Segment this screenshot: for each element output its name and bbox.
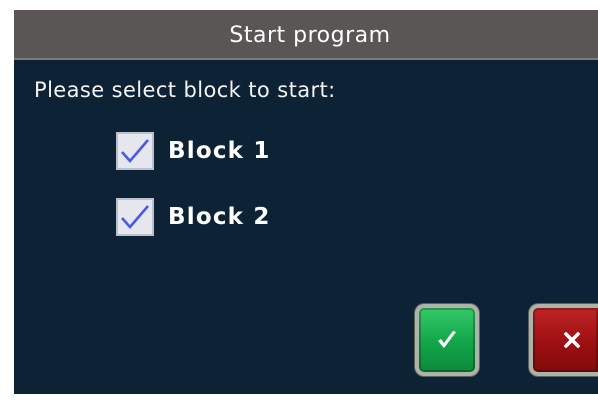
block-2-option[interactable]: Block 2 bbox=[116, 198, 271, 236]
select-block-prompt: Please select block to start: bbox=[34, 78, 336, 102]
block-2-label: Block 2 bbox=[168, 204, 271, 230]
checkmark-icon bbox=[438, 331, 456, 348]
confirm-button[interactable] bbox=[415, 304, 479, 376]
dialog-title: Start program bbox=[229, 22, 391, 48]
block-1-checkbox[interactable] bbox=[116, 132, 154, 170]
block-1-option[interactable]: Block 1 bbox=[116, 132, 271, 170]
checkmark-icon bbox=[121, 205, 149, 229]
checkmark-icon bbox=[121, 139, 149, 163]
screen: Start program Please select block to sta… bbox=[0, 0, 598, 402]
start-program-dialog: Start program Please select block to sta… bbox=[14, 10, 598, 394]
dialog-titlebar: Start program bbox=[14, 10, 598, 60]
cancel-button[interactable] bbox=[529, 304, 598, 376]
close-icon bbox=[563, 332, 580, 348]
block-2-checkbox[interactable] bbox=[116, 198, 154, 236]
block-1-label: Block 1 bbox=[168, 138, 271, 164]
